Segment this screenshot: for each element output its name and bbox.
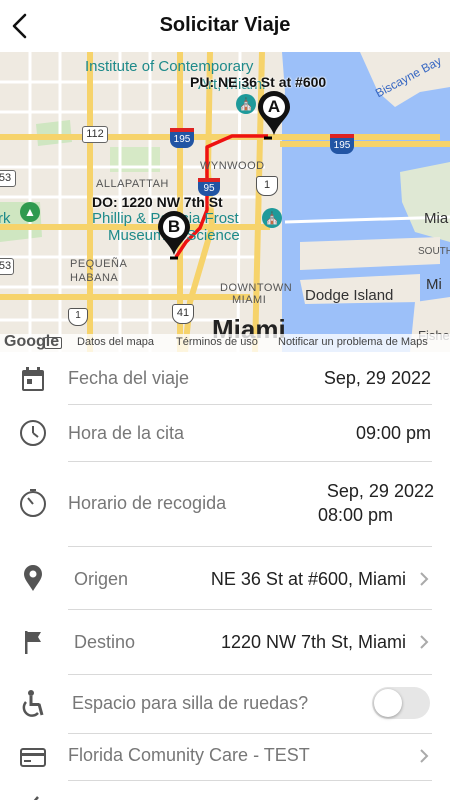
- clock-icon: [18, 418, 48, 448]
- wheelchair-row: Espacio para silla de ruedas?: [0, 675, 450, 733]
- toggle-knob: [374, 689, 402, 717]
- map-label-allapattah: ALLAPATTAH: [96, 178, 169, 190]
- map-label-habana: HABANA: [70, 272, 119, 284]
- dropoff-label: DO: 1220 NW 7th St: [92, 194, 223, 210]
- pickup-date-value: Sep, 29 2022: [326, 481, 434, 501]
- interstate-shield-195-east: 195: [330, 134, 354, 154]
- park-pin-icon: ▲: [20, 202, 40, 222]
- pickup-time-label: Horario de recogida: [68, 493, 227, 513]
- highway-shield-112: 112: [82, 126, 108, 143]
- map-label-mia: Mia: [424, 210, 449, 227]
- origin-label: Origen: [74, 569, 129, 589]
- pickup-label: PU: NE 36 St at #600: [190, 74, 327, 90]
- map-label-dodge: Dodge Island: [305, 287, 394, 304]
- payment-label: Florida Comunity Care - TEST: [68, 745, 310, 765]
- map-label-pequena: PEQUEÑA: [70, 258, 128, 270]
- appointment-time-label: Hora de la cita: [68, 423, 185, 443]
- keyboard-icon[interactable]: [44, 337, 62, 349]
- chevron-right-icon: [418, 748, 430, 764]
- map-label-downtown: DOWNTOWN: [220, 282, 293, 294]
- pickup-time-value: 08:00 pm: [318, 505, 394, 525]
- map-attribution-bar: Google Datos del mapa Términos de uso No…: [0, 333, 450, 352]
- chevron-right-icon: [418, 634, 430, 650]
- map-label-wynwood: WYNWOOD: [200, 160, 265, 172]
- dropoff-marker-icon[interactable]: B: [156, 210, 192, 256]
- interstate-shield-195: 195: [170, 128, 194, 148]
- wheelchair-label: Espacio para silla de ruedas?: [72, 693, 309, 713]
- terms-link[interactable]: Términos de uso: [176, 336, 258, 348]
- appointment-time-row[interactable]: Hora de la cita 09:00 pm: [0, 405, 450, 461]
- timer-icon: [18, 488, 48, 518]
- top-bar: Solicitar Viaje: [0, 0, 450, 52]
- map-label-rk: rk: [0, 210, 11, 227]
- trip-date-row[interactable]: Fecha del viaje Sep, 29 2022: [0, 352, 450, 404]
- chevron-right-icon: [418, 571, 430, 587]
- edit-icon: [18, 791, 48, 800]
- wheelchair-icon: [18, 689, 48, 719]
- map-data-link[interactable]: Datos del mapa: [77, 336, 154, 348]
- origin-value: NE 36 St at #600, Miami: [210, 569, 406, 589]
- map-label-downtown-miami: MIAMI: [232, 294, 267, 306]
- us-shield-41: 41: [172, 304, 194, 324]
- appointment-time-value: 09:00 pm: [355, 423, 431, 443]
- museum-pin-icon-2: ⛪: [262, 208, 282, 228]
- destination-label: Destino: [74, 632, 136, 652]
- museum-pin-icon: ⛪: [236, 94, 256, 114]
- destination-value: 1220 NW 7th St, Miami: [220, 632, 406, 652]
- dropoff-marker-letter: B: [167, 217, 181, 236]
- road-shield-953: 953: [0, 258, 14, 275]
- credit-card-icon: [18, 742, 48, 772]
- pickup-marker-icon[interactable]: A: [256, 90, 292, 136]
- route-map[interactable]: 112 195 195 95 1 41 53 953 1 Institute o…: [0, 52, 450, 352]
- road-shield-53: 53: [0, 170, 16, 187]
- trip-date-label: Fecha del viaje: [68, 368, 190, 388]
- map-label-institute: Institute of Contemporary: [85, 58, 254, 75]
- flag-icon: [18, 627, 48, 657]
- location-pin-icon: [18, 563, 48, 593]
- page-title: Solicitar Viaje: [159, 14, 291, 36]
- origin-row[interactable]: Origen NE 36 St at #600, Miami: [0, 547, 450, 609]
- map-label-mi: Mi: [426, 276, 442, 293]
- wheelchair-toggle[interactable]: [372, 687, 430, 719]
- pickup-marker-letter: A: [267, 97, 281, 116]
- us-shield-1: 1: [256, 176, 278, 196]
- trip-date-value: Sep, 29 2022: [323, 368, 431, 388]
- calendar-icon: [18, 364, 48, 394]
- report-problem-link[interactable]: Notificar un problema de Maps: [278, 336, 428, 348]
- pickup-time-row[interactable]: Horario de recogida Sep, 29 2022 08:00 p…: [0, 462, 450, 546]
- us-shield-1-south: 1: [68, 308, 88, 326]
- payment-row[interactable]: Florida Comunity Care - TEST: [0, 734, 450, 780]
- destination-row[interactable]: Destino 1220 NW 7th St, Miami: [0, 610, 450, 674]
- map-label-south: SOUTH: [418, 246, 450, 257]
- next-row-partial: [0, 781, 450, 800]
